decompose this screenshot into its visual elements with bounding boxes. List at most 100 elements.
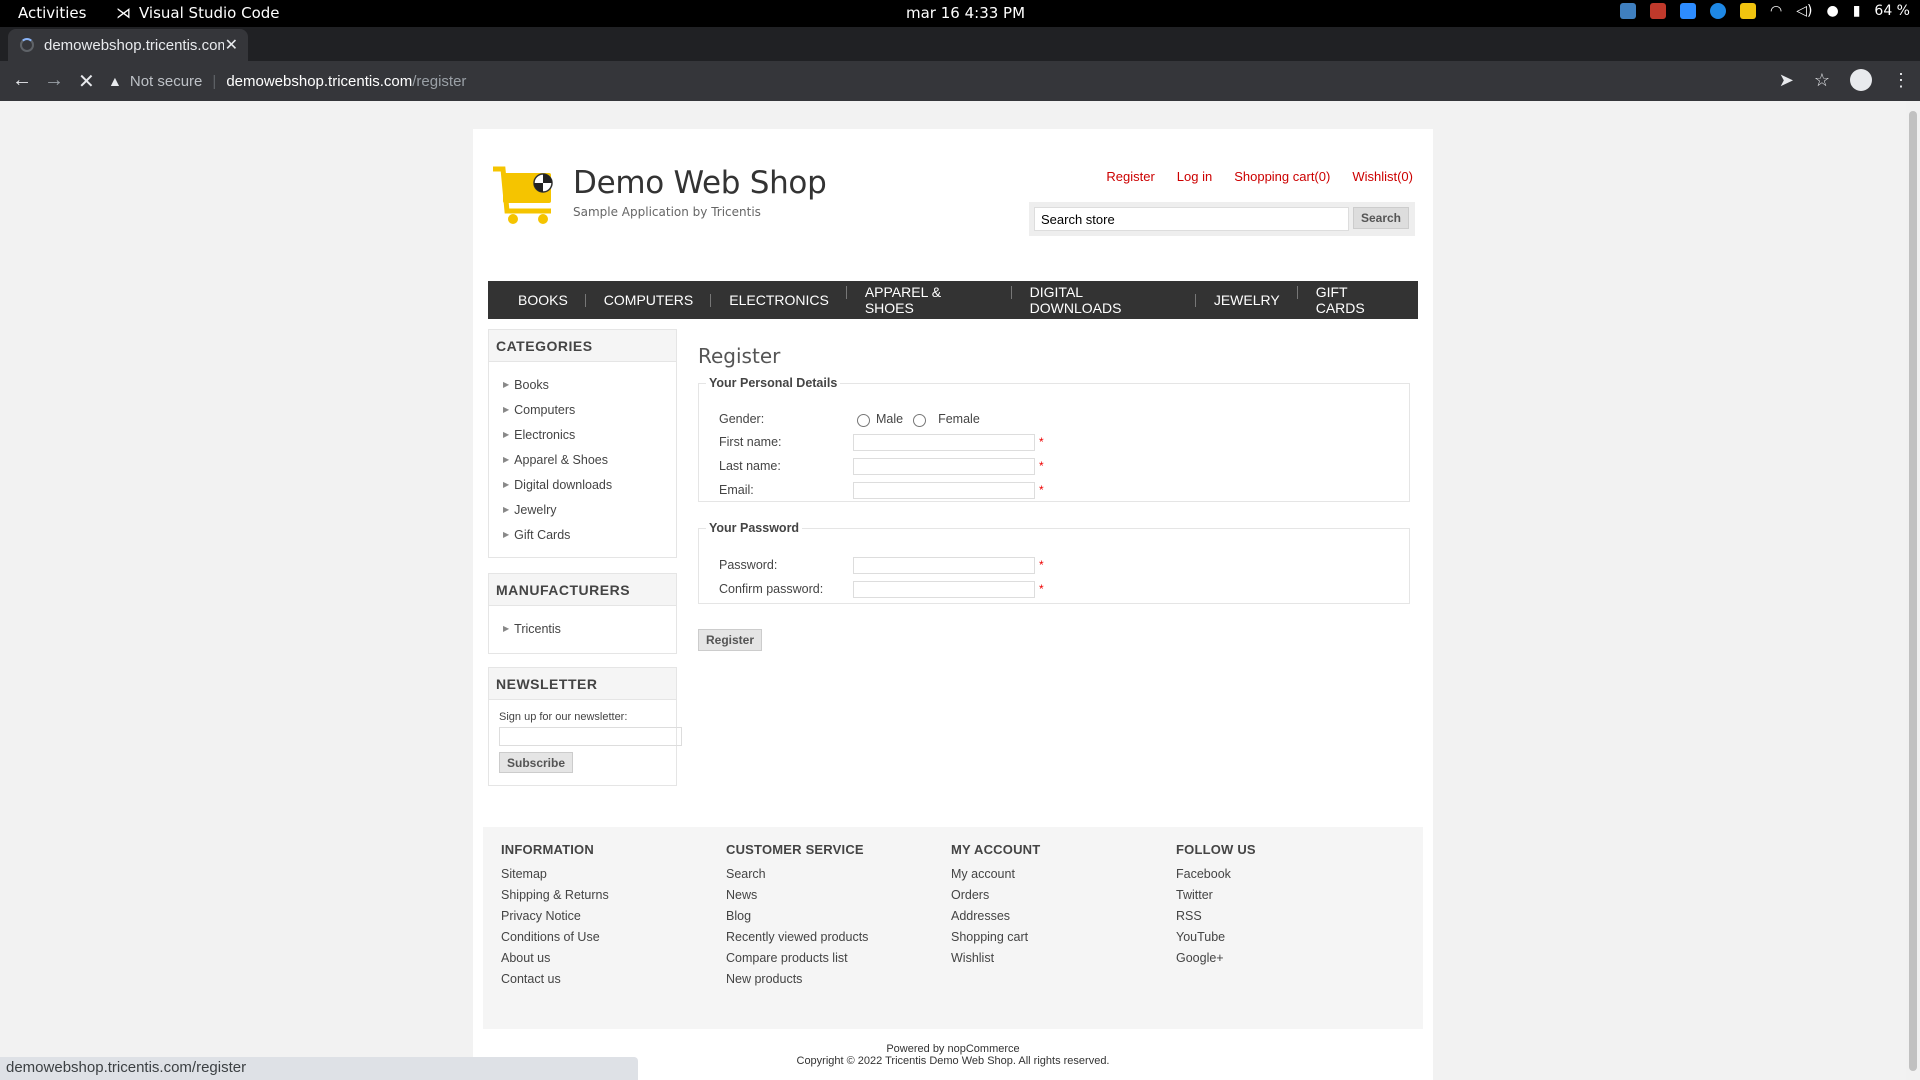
browser-tab[interactable]: demowebshop.tricentis.com/register ✕ xyxy=(8,29,248,61)
footer-link[interactable]: New products xyxy=(726,972,951,993)
subscribe-button[interactable]: Subscribe xyxy=(499,752,573,773)
male-label[interactable]: Male xyxy=(876,412,903,426)
required-mark: * xyxy=(1039,558,1044,572)
powered-by-text[interactable]: Powered by nopCommerce xyxy=(473,1043,1433,1055)
first-name-field[interactable] xyxy=(853,433,1035,451)
menu-digital-downloads[interactable]: DIGITAL DOWNLOADS xyxy=(1010,284,1196,316)
zoom-icon[interactable] xyxy=(1680,3,1697,19)
gender-female-radio[interactable] xyxy=(913,414,927,427)
clock[interactable]: mar 16 4:33 PM xyxy=(906,4,1025,22)
footer-heading: CUSTOMER SERVICE xyxy=(726,842,864,857)
manufacturers-block: MANUFACTURERS ▶ Tricentis xyxy=(488,573,677,654)
shopping-cart-link[interactable]: Shopping cart(0) xyxy=(1234,169,1330,184)
confirm-password-field[interactable] xyxy=(853,580,1035,598)
category-electronics[interactable]: ▶ Electronics xyxy=(503,422,676,447)
profile-avatar-icon[interactable] xyxy=(1850,69,1872,91)
menu-computers[interactable]: COMPUTERS xyxy=(584,292,711,308)
kebab-menu-icon[interactable]: ⋮ xyxy=(1892,70,1910,91)
recorder-icon[interactable] xyxy=(1650,3,1667,19)
address-bar[interactable]: ▲ Not secure | demowebshop.tricentis.com… xyxy=(108,66,1778,96)
footer-link[interactable]: Compare products list xyxy=(726,951,951,972)
header-logo[interactable]: Demo Web Shop Sample Application by Tric… xyxy=(493,165,827,225)
footer-link[interactable]: My account xyxy=(951,867,1176,888)
footer-link[interactable]: YouTube xyxy=(1176,930,1401,951)
page-scrollbar[interactable] xyxy=(1906,101,1920,1080)
login-link[interactable]: Log in xyxy=(1177,169,1212,184)
system-tray: ◠ ◁) ● ▮ 64 % xyxy=(1620,3,1910,19)
footer-link[interactable]: Facebook xyxy=(1176,867,1401,888)
footer-link[interactable]: Recently viewed products xyxy=(726,930,951,951)
category-jewelry[interactable]: ▶ Jewelry xyxy=(503,497,676,522)
send-icon[interactable]: ➤ xyxy=(1779,70,1794,91)
female-label[interactable]: Female xyxy=(938,412,980,426)
footer-information: INFORMATION Sitemap Shipping & Returns P… xyxy=(501,842,726,993)
mic-icon[interactable]: ● xyxy=(1826,3,1838,19)
footer-customer-service: CUSTOMER SERVICE Search News Blog Recent… xyxy=(726,842,951,993)
email-field[interactable] xyxy=(853,481,1035,499)
menu-jewelry[interactable]: JEWELRY xyxy=(1194,292,1298,308)
bookmark-star-icon[interactable]: ☆ xyxy=(1814,70,1830,91)
register-link[interactable]: Register xyxy=(1106,169,1154,184)
footer-link[interactable]: Privacy Notice xyxy=(501,909,726,930)
footer-link[interactable]: Conditions of Use xyxy=(501,930,726,951)
footer-link[interactable]: Orders xyxy=(951,888,1176,909)
footer-link[interactable]: Blog xyxy=(726,909,951,930)
register-button[interactable]: Register xyxy=(698,629,762,651)
forward-icon[interactable]: → xyxy=(44,69,64,92)
menu-electronics[interactable]: ELECTRONICS xyxy=(710,292,847,308)
wifi-icon[interactable]: ◠ xyxy=(1770,3,1782,19)
slack-icon[interactable] xyxy=(1620,3,1637,19)
footer-link[interactable]: RSS xyxy=(1176,909,1401,930)
triangle-right-icon: ▶ xyxy=(503,380,510,389)
gender-male-radio[interactable] xyxy=(857,414,870,427)
security-label[interactable]: Not secure xyxy=(130,73,203,90)
footer-link[interactable]: Twitter xyxy=(1176,888,1401,909)
vpn-icon[interactable] xyxy=(1710,3,1727,19)
footer-link[interactable]: Sitemap xyxy=(501,867,726,888)
footer-link[interactable]: Search xyxy=(726,867,951,888)
url-path[interactable]: /register xyxy=(412,73,466,90)
search-button[interactable]: Search xyxy=(1353,207,1409,229)
menu-apparel-shoes[interactable]: APPAREL & SHOES xyxy=(845,284,1012,316)
category-label: Digital downloads xyxy=(514,477,613,492)
categories-title: CATEGORIES xyxy=(489,330,676,362)
search-input[interactable] xyxy=(1034,207,1349,231)
last-name-field[interactable] xyxy=(853,457,1035,475)
stop-loading-icon[interactable]: ✕ xyxy=(78,69,95,94)
scrollbar-thumb[interactable] xyxy=(1909,111,1917,1071)
footer-link[interactable]: Contact us xyxy=(501,972,726,993)
triangle-right-icon: ▶ xyxy=(503,455,510,464)
shopping-cart-logo-icon xyxy=(493,165,559,225)
footer-link[interactable]: Google+ xyxy=(1176,951,1401,972)
manufacturer-tricentis[interactable]: ▶ Tricentis xyxy=(503,616,676,641)
password-field[interactable] xyxy=(853,556,1035,574)
email-row: Email: * xyxy=(719,480,1044,500)
warning-icon[interactable]: ▲ xyxy=(108,73,122,89)
category-digital-downloads[interactable]: ▶ Digital downloads xyxy=(503,472,676,497)
wishlist-link[interactable]: Wishlist(0) xyxy=(1352,169,1413,184)
battery-level[interactable]: 64 % xyxy=(1874,3,1910,19)
footer-link[interactable]: Shipping & Returns xyxy=(501,888,726,909)
categories-block: CATEGORIES ▶ Books ▶ Computers ▶ Electronic… xyxy=(488,329,677,558)
footer-link[interactable]: Addresses xyxy=(951,909,1176,930)
close-tab-icon[interactable]: ✕ xyxy=(225,35,238,55)
back-icon[interactable]: ← xyxy=(12,69,32,92)
newsletter-email-input[interactable] xyxy=(499,727,682,746)
footer-link[interactable]: About us xyxy=(501,951,726,972)
app-menu[interactable]: ⋊ Visual Studio Code xyxy=(116,4,280,22)
page-viewport: Demo Web Shop Sample Application by Tric… xyxy=(0,101,1906,1080)
url-host[interactable]: demowebshop.tricentis.com xyxy=(226,73,412,90)
category-computers[interactable]: ▶ Computers xyxy=(503,397,676,422)
battery-icon[interactable]: ▮ xyxy=(1853,3,1861,19)
footer-link[interactable]: Wishlist xyxy=(951,951,1176,972)
footer-link[interactable]: News xyxy=(726,888,951,909)
activities-button[interactable]: Activities xyxy=(18,4,86,22)
footer-link[interactable]: Shopping cart xyxy=(951,930,1176,951)
category-gift-cards[interactable]: ▶ Gift Cards xyxy=(503,522,676,547)
volume-icon[interactable]: ◁) xyxy=(1796,3,1812,19)
menu-gift-cards[interactable]: GIFT CARDS xyxy=(1296,284,1418,316)
menu-books[interactable]: BOOKS xyxy=(500,292,586,308)
category-apparel-shoes[interactable]: ▶ Apparel & Shoes xyxy=(503,447,676,472)
notes-icon[interactable] xyxy=(1740,3,1757,19)
category-books[interactable]: ▶ Books xyxy=(503,372,676,397)
